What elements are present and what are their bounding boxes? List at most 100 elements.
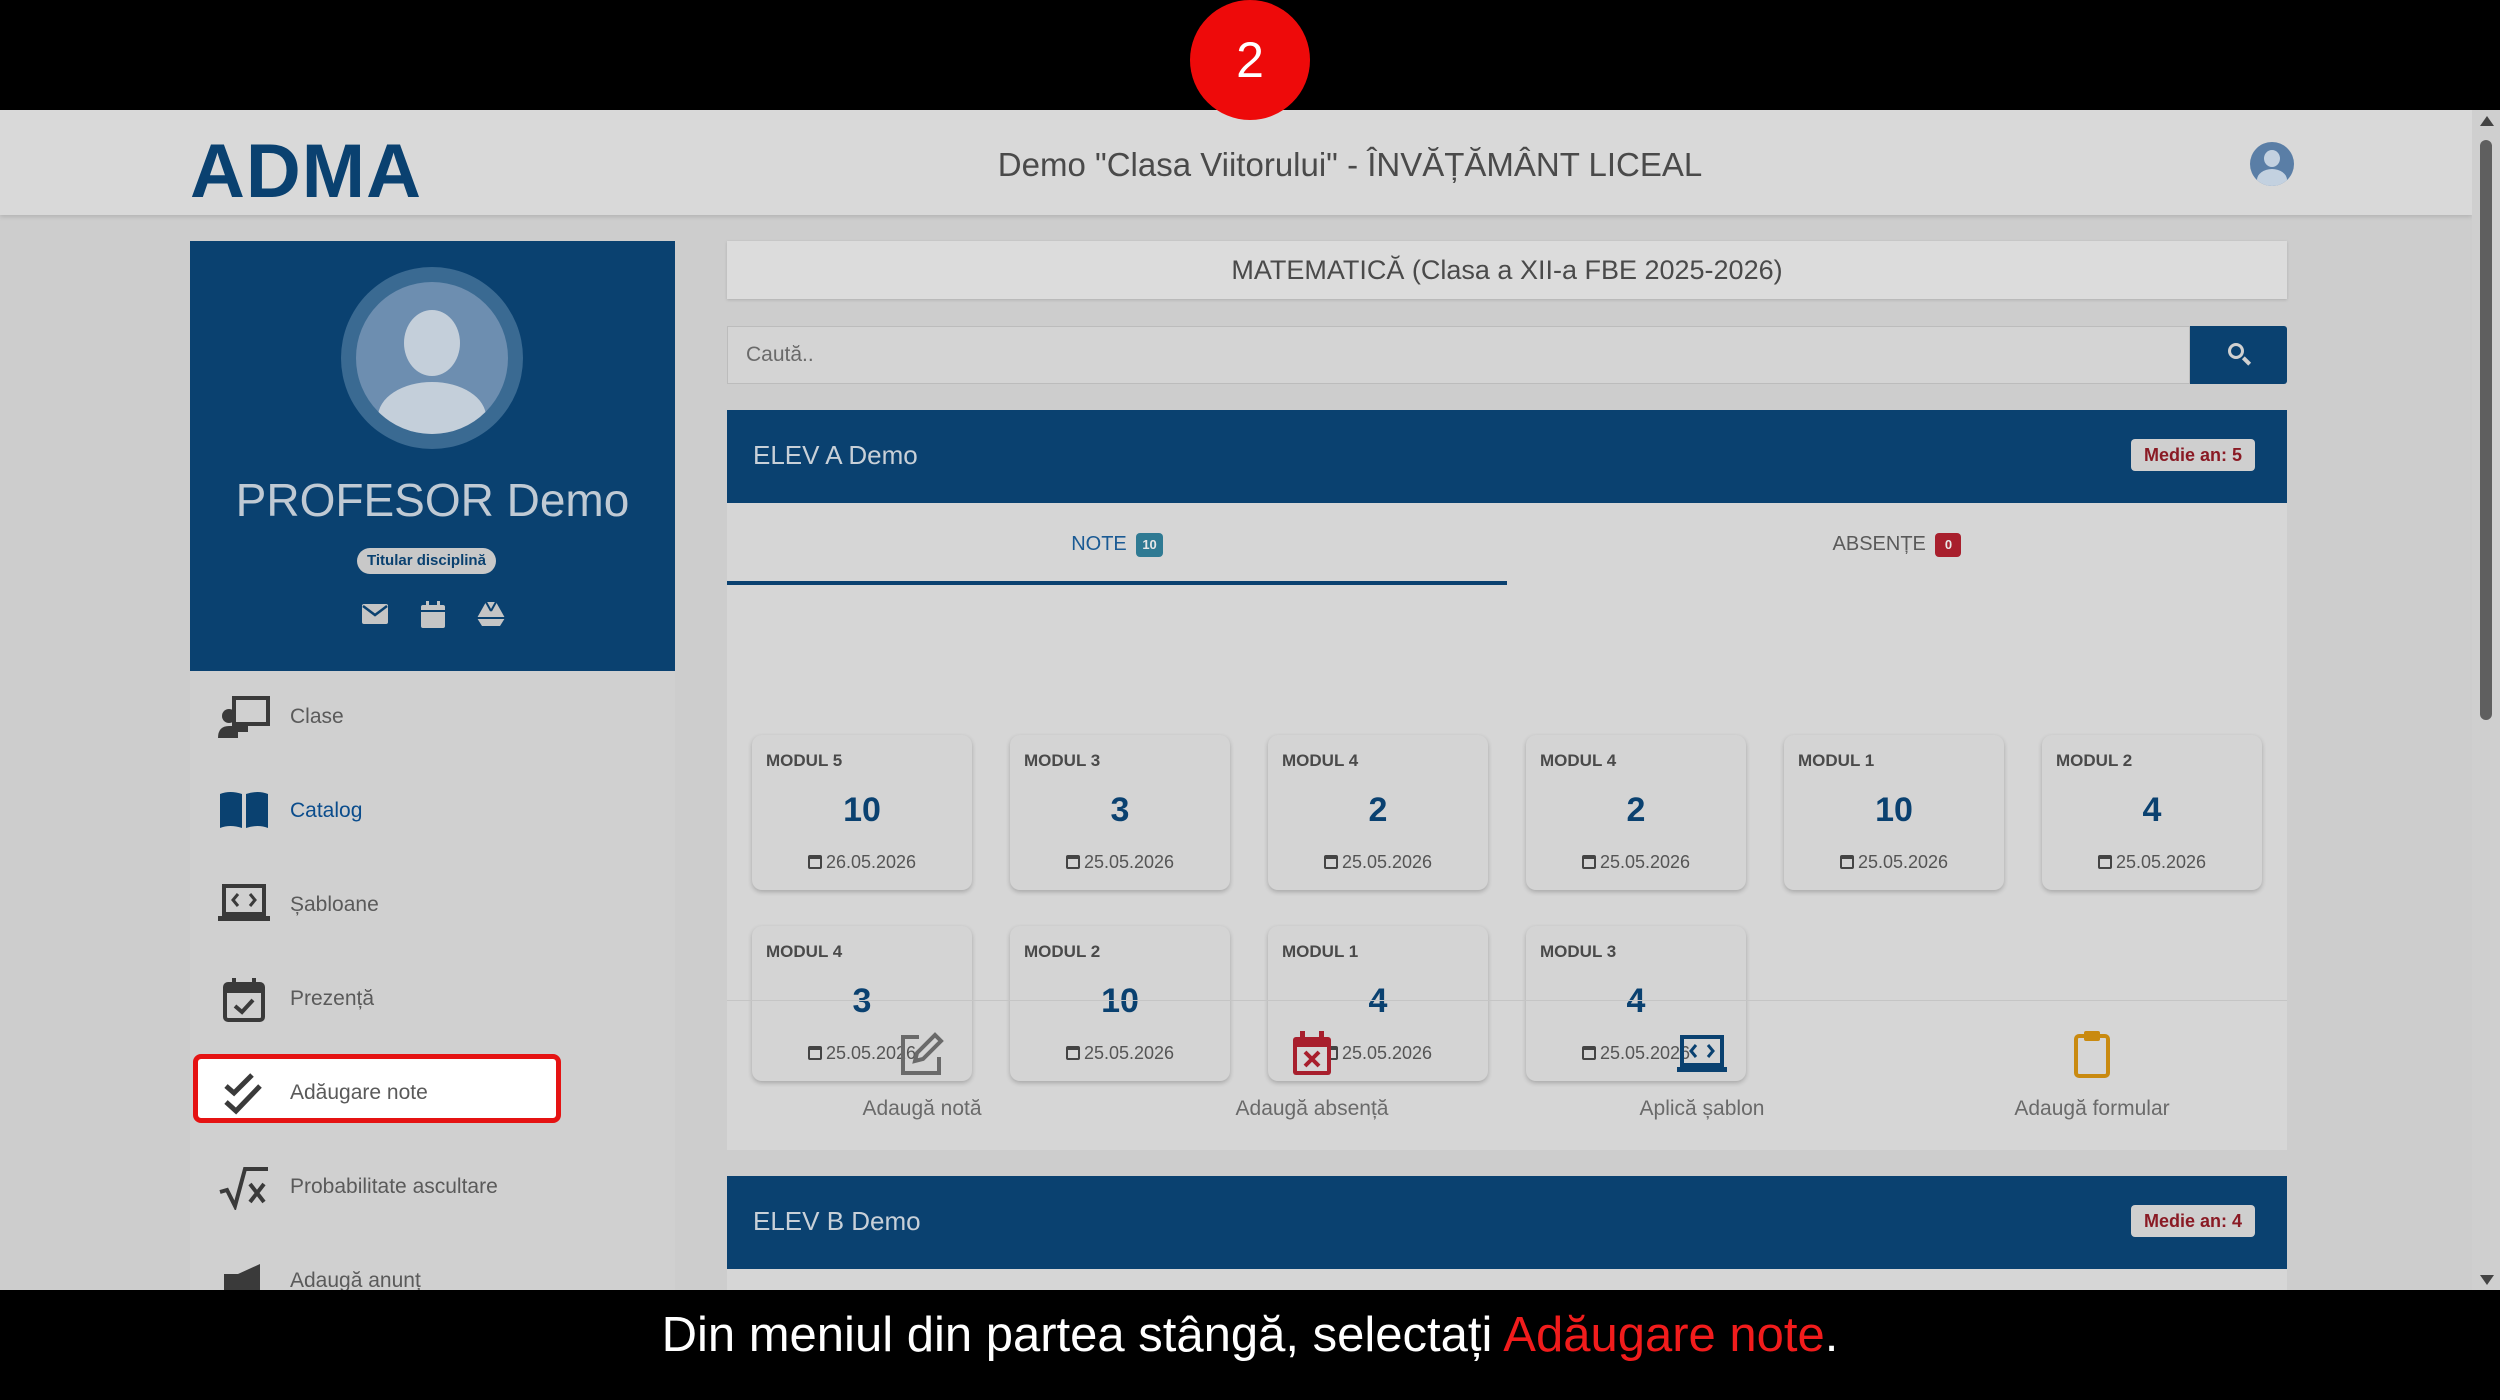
calendar-icon bbox=[2097, 855, 2112, 869]
caption-text: Din meniul din partea stângă, selectați bbox=[661, 1308, 1504, 1362]
sidebar-item-prezenta[interactable]: Prezență bbox=[190, 953, 675, 1047]
search-button[interactable] bbox=[2190, 326, 2287, 384]
school-title: Demo "Clasa Viitorului" - ÎNVĂȚĂMÂNT LIC… bbox=[997, 146, 1703, 183]
grade-value: 3 bbox=[1110, 791, 1130, 829]
action-label: Aplică șablon bbox=[1639, 1097, 1765, 1120]
page-scrollbar[interactable] bbox=[2472, 110, 2500, 1290]
student-header[interactable]: ELEV B Demo Medie an: 4 bbox=[727, 1176, 2287, 1269]
student-name: ELEV B Demo bbox=[753, 1206, 921, 1236]
sidebar-item-adaugare-note[interactable]: Adăugare note bbox=[190, 1047, 675, 1141]
tab-absente[interactable]: ABSENȚE 0 bbox=[1507, 503, 2287, 585]
sidebar-item-adauga-anunt[interactable]: Adaugă anunț bbox=[190, 1235, 675, 1290]
add-absence-button[interactable]: Adaugă absență bbox=[1117, 1001, 1507, 1151]
caption-highlight: Adăugare note bbox=[1503, 1308, 1825, 1362]
sidebar-item-clase[interactable]: Clase bbox=[190, 671, 675, 765]
profile-name: PROFESOR Demo bbox=[235, 474, 630, 526]
tab-label: ABSENȚE bbox=[1832, 533, 1926, 555]
calendar-icon[interactable] bbox=[418, 601, 448, 631]
sidebar-item-label: Catalog bbox=[290, 799, 363, 822]
grade-card[interactable]: MODUL 3 3 25.05.2026 bbox=[1010, 735, 1230, 890]
grade-module: MODUL 3 bbox=[1540, 942, 1617, 961]
add-grade-button[interactable]: Adaugă notă bbox=[727, 1001, 1117, 1151]
action-label: Adaugă notă bbox=[862, 1097, 982, 1120]
grade-value: 2 bbox=[1368, 791, 1388, 829]
grade-date: 25.05.2026 bbox=[1010, 852, 1230, 873]
app-viewport: ADMA Demo "Clasa Viitorului" - ÎNVĂȚĂMÂN… bbox=[0, 110, 2500, 1290]
grade-module: MODUL 5 bbox=[766, 751, 843, 770]
grade-date: 25.05.2026 bbox=[1526, 852, 1746, 873]
calendar-icon bbox=[1323, 855, 1338, 869]
laptop-code-icon bbox=[218, 884, 270, 928]
laptop-code-icon bbox=[1677, 1029, 1727, 1079]
profile-card: PROFESOR Demo Titular disciplină bbox=[190, 241, 675, 671]
grade-module: MODUL 2 bbox=[2056, 751, 2133, 770]
tab-label: NOTE bbox=[1071, 533, 1127, 555]
envelope-icon[interactable] bbox=[360, 601, 390, 631]
caption-text: . bbox=[1824, 1308, 1839, 1362]
calendar-check-icon bbox=[218, 978, 270, 1022]
grade-date: 25.05.2026 bbox=[1268, 852, 1488, 873]
megaphone-icon bbox=[218, 1260, 270, 1290]
grade-value: 10 bbox=[1875, 791, 1913, 829]
student-name: ELEV A Demo bbox=[753, 440, 918, 470]
clipboard-icon bbox=[2067, 1029, 2117, 1079]
student-header[interactable]: ELEV A Demo Medie an: 5 bbox=[727, 410, 2287, 503]
scroll-down-arrow-icon[interactable] bbox=[2480, 1275, 2494, 1285]
sidebar-menu: Clase Catalog Șabloane Prezență Adăugare… bbox=[190, 671, 675, 1290]
scroll-thumb[interactable] bbox=[2480, 140, 2492, 720]
sidebar-item-probabilitate[interactable]: Probabilitate ascultare bbox=[190, 1141, 675, 1235]
action-label: Adaugă absență bbox=[1235, 1097, 1389, 1120]
search-icon bbox=[2228, 343, 2244, 359]
tutorial-frame: 2 ADMA Demo "Clasa Viitorului" - ÎNVĂȚĂM… bbox=[0, 0, 2500, 1400]
profile-avatar bbox=[341, 267, 523, 449]
student-panel: NOTE 10 ABSENȚE 0 MODUL 5 10 26.05.2026 … bbox=[727, 503, 2287, 1150]
apply-template-button[interactable]: Aplică șablon bbox=[1507, 1001, 1897, 1151]
grade-module: MODUL 4 bbox=[1540, 751, 1617, 770]
student-actions: Adaugă notă Adaugă absență Aplică șablon bbox=[727, 1000, 2287, 1150]
sidebar-item-label: Șabloane bbox=[290, 893, 379, 916]
grade-card[interactable]: MODUL 2 4 25.05.2026 bbox=[2042, 735, 2262, 890]
sidebar-item-label: Clase bbox=[290, 705, 344, 728]
grade-module: MODUL 4 bbox=[766, 942, 843, 961]
subject-title: MATEMATICĂ (Clasa a XII-a FBE 2025-2026) bbox=[727, 241, 2287, 299]
square-root-icon bbox=[218, 1166, 270, 1212]
sidebar-item-label: Adăugare note bbox=[290, 1081, 428, 1104]
step-number-badge: 2 bbox=[1190, 0, 1310, 120]
search-input[interactable] bbox=[727, 326, 2190, 384]
calendar-icon bbox=[1065, 855, 1080, 869]
average-badge: Medie an: 5 bbox=[2130, 439, 2255, 471]
profile-role-badge: Titular disciplină bbox=[357, 548, 496, 574]
tab-note[interactable]: NOTE 10 bbox=[727, 503, 1507, 585]
add-form-button[interactable]: Adaugă formular bbox=[1897, 1001, 2287, 1151]
grade-value: 2 bbox=[1626, 791, 1646, 829]
grade-card[interactable]: MODUL 4 2 25.05.2026 bbox=[1268, 735, 1488, 890]
user-avatar-icon[interactable] bbox=[2250, 142, 2294, 186]
action-label: Adaugă formular bbox=[2014, 1097, 2170, 1120]
scroll-up-arrow-icon[interactable] bbox=[2480, 116, 2494, 126]
drive-icon[interactable] bbox=[476, 601, 506, 631]
grade-date: 25.05.2026 bbox=[2042, 852, 2262, 873]
grade-module: MODUL 1 bbox=[1282, 942, 1359, 961]
sidebar-item-catalog[interactable]: Catalog bbox=[190, 765, 675, 859]
grade-value: 10 bbox=[843, 791, 881, 829]
grade-card[interactable]: MODUL 5 10 26.05.2026 bbox=[752, 735, 972, 890]
grade-module: MODUL 1 bbox=[1798, 751, 1875, 770]
caption-band: Din meniul din partea stângă, selectați … bbox=[0, 1290, 2500, 1400]
average-badge: Medie an: 4 bbox=[2130, 1205, 2255, 1237]
edit-icon bbox=[897, 1029, 947, 1079]
instruction-caption: Din meniul din partea stângă, selectați … bbox=[0, 1290, 2500, 1380]
grade-date: 26.05.2026 bbox=[752, 852, 972, 873]
sidebar-item-sabloane[interactable]: Șabloane bbox=[190, 859, 675, 953]
calendar-x-icon bbox=[1287, 1029, 1337, 1079]
grade-module: MODUL 2 bbox=[1024, 942, 1101, 961]
sidebar-item-label: Probabilitate ascultare bbox=[290, 1175, 498, 1198]
sidebar-item-label: Adaugă anunț bbox=[290, 1269, 421, 1290]
sidebar-item-label: Prezență bbox=[290, 987, 375, 1010]
grade-date: 25.05.2026 bbox=[1784, 852, 2004, 873]
grade-value: 4 bbox=[2142, 791, 2162, 829]
grade-card[interactable]: MODUL 1 10 25.05.2026 bbox=[1784, 735, 2004, 890]
grade-card[interactable]: MODUL 4 2 25.05.2026 bbox=[1526, 735, 1746, 890]
student-panel bbox=[727, 1269, 2287, 1290]
grade-module: MODUL 4 bbox=[1282, 751, 1359, 770]
calendar-icon bbox=[1581, 855, 1596, 869]
